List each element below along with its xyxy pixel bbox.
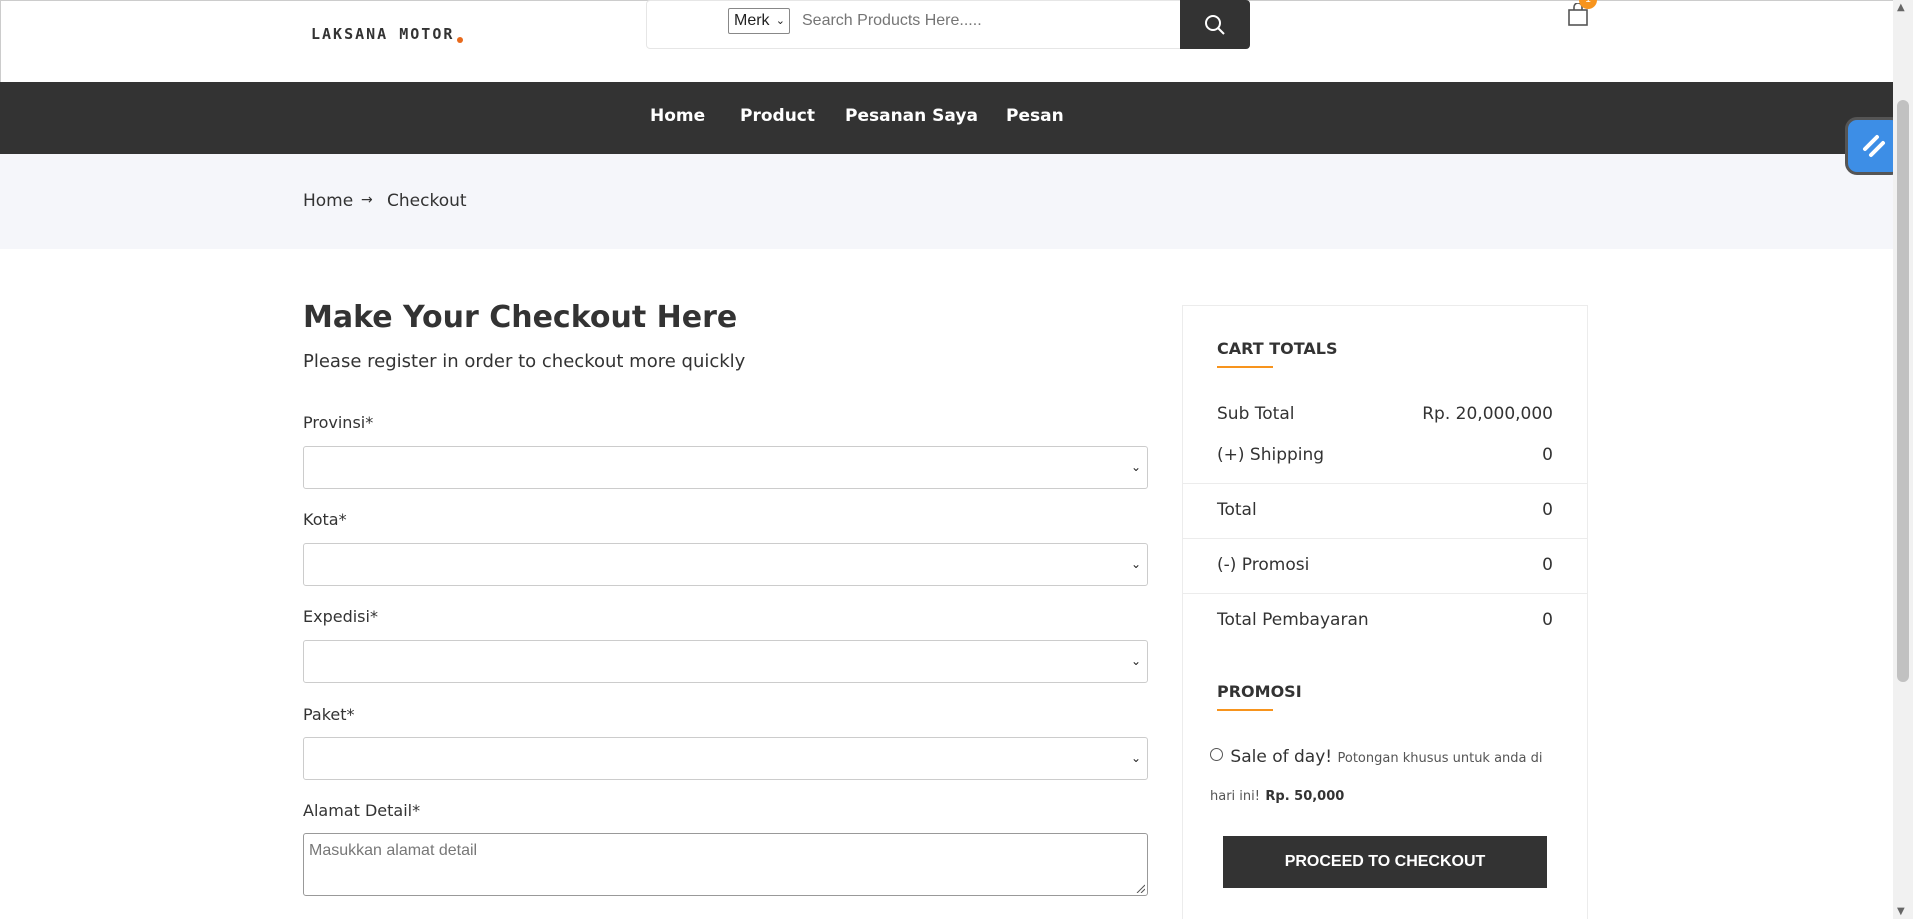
heading-underline [1217, 366, 1273, 368]
provinsi-select[interactable]: ⌄ [303, 446, 1148, 489]
main-nav: Home Product Pesanan Saya Pesan [0, 82, 1893, 154]
promo-name: Sale of day! [1230, 747, 1333, 767]
total-value: 0 [1542, 500, 1553, 520]
nav-item-product[interactable]: Product [740, 106, 815, 126]
promo-amount: Rp. 50,000 [1265, 789, 1345, 804]
kota-select[interactable]: ⌄ [303, 543, 1148, 586]
total-pembayaran-value: 0 [1542, 610, 1553, 630]
provinsi-label: Provinsi* [303, 413, 374, 432]
nav-item-home[interactable]: Home [650, 106, 705, 126]
chevron-down-icon: ⌄ [1130, 751, 1141, 765]
promo-option[interactable]: Sale of day! Potongan khusus untuk anda … [1210, 739, 1570, 815]
assistant-logo-icon [1863, 135, 1885, 157]
brand-select[interactable]: Merk ⌄ [728, 8, 790, 34]
divider [1183, 538, 1587, 539]
paket-select[interactable]: ⌄ [303, 737, 1148, 780]
divider [1183, 483, 1587, 484]
nav-item-pesanan-saya[interactable]: Pesanan Saya [845, 106, 978, 126]
site-header: LAKSANA MOTOR Merk ⌄ 1 [0, 0, 1893, 82]
resize-handle-icon[interactable] [1135, 883, 1145, 893]
logo-text: LAKSANA MOTOR [311, 25, 455, 43]
alamat-label: Alamat Detail* [303, 801, 421, 820]
breadcrumb: Home → Checkout [0, 154, 1893, 249]
chevron-down-icon: ⌄ [775, 15, 785, 27]
cart-totals-heading: CART TOTALS [1217, 339, 1338, 358]
promo-radio[interactable] [1210, 748, 1223, 761]
search-icon [1205, 14, 1225, 35]
scrollbar-thumb[interactable] [1897, 100, 1909, 682]
expedisi-select[interactable]: ⌄ [303, 640, 1148, 683]
scroll-down-icon[interactable]: ▼ [1897, 906, 1905, 917]
expedisi-label: Expedisi* [303, 607, 378, 626]
divider [1183, 593, 1587, 594]
scroll-up-icon[interactable]: ▲ [1897, 2, 1905, 13]
chevron-down-icon: ⌄ [1130, 654, 1141, 668]
proceed-to-checkout-button[interactable]: PROCEED TO CHECKOUT [1223, 836, 1547, 888]
alamat-textarea[interactable]: Masukkan alamat detail [303, 833, 1148, 896]
breadcrumb-home[interactable]: Home [303, 191, 353, 211]
alamat-placeholder: Masukkan alamat detail [309, 842, 478, 859]
page-subtitle: Please register in order to checkout mor… [303, 351, 746, 372]
logo-dot [457, 37, 464, 43]
promosi-label: (-) Promosi [1217, 555, 1310, 575]
shipping-label: (+) Shipping [1217, 445, 1325, 465]
chevron-down-icon: ⌄ [1130, 557, 1141, 571]
promosi-value: 0 [1542, 555, 1553, 575]
cart-totals-panel: CART TOTALS Sub Total Rp. 20,000,000 (+)… [1182, 305, 1588, 919]
chevron-down-icon: ⌄ [1130, 460, 1141, 474]
kota-label: Kota* [303, 510, 347, 529]
arrow-right-icon: → [361, 192, 373, 208]
promosi-heading: PROMOSI [1217, 682, 1302, 701]
total-pembayaran-label: Total Pembayaran [1217, 610, 1369, 630]
nav-item-pesan[interactable]: Pesan [1006, 106, 1064, 126]
search-input[interactable] [802, 5, 1172, 37]
brand-select-value: Merk [734, 12, 770, 29]
subtotal-value: Rp. 20,000,000 [1422, 404, 1553, 424]
subtotal-label: Sub Total [1217, 404, 1295, 424]
site-logo[interactable]: LAKSANA MOTOR [311, 25, 464, 43]
search-bar: Merk ⌄ [646, 0, 1250, 49]
shipping-value: 0 [1542, 445, 1553, 465]
heading-underline [1217, 709, 1273, 711]
breadcrumb-current: Checkout [387, 191, 467, 211]
scrollbar[interactable]: ▲ ▼ [1893, 0, 1913, 919]
total-label: Total [1217, 500, 1257, 520]
paket-label: Paket* [303, 705, 355, 724]
page-title: Make Your Checkout Here [303, 300, 738, 335]
search-button[interactable] [1180, 0, 1250, 49]
